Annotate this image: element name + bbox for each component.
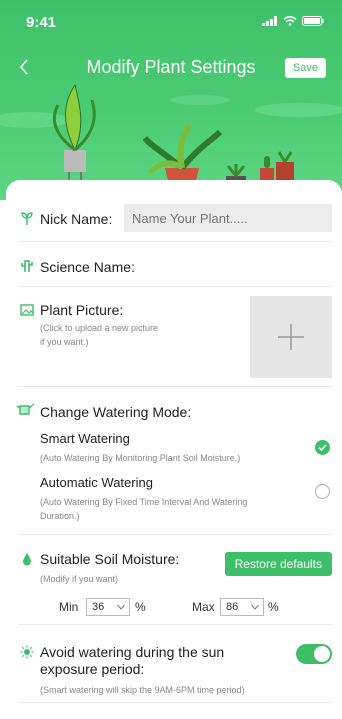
header: 9:41 Modify Plant Settings Save: [0, 0, 342, 200]
sun-exposure-label: Avoid watering during the sun exposure p…: [40, 644, 224, 678]
toggle-knob: [314, 646, 330, 662]
watering-can-icon: [16, 403, 35, 415]
smart-watering-radio[interactable]: [315, 440, 330, 455]
save-button[interactable]: Save: [284, 58, 326, 78]
signal-icon: [262, 16, 277, 26]
cactus-icon: [21, 260, 33, 272]
plant-picture-hint: (Click to upload a new picture if you wa…: [40, 321, 158, 349]
sun-icon: [20, 645, 34, 659]
smart-watering-label: Smart Watering: [40, 431, 130, 446]
plant-picture-label: Plant Picture:: [40, 302, 124, 318]
watering-mode-row: Change Watering Mode: Smart Watering (Au…: [16, 387, 332, 535]
min-unit: %: [135, 600, 146, 614]
min-moisture-select[interactable]: 36: [86, 598, 130, 616]
settings-card: Nick Name: Science Name: Plant Picture: …: [6, 180, 342, 719]
max-value: 86: [226, 601, 239, 613]
chevron-down-icon: [251, 604, 259, 610]
soil-moisture-label: Suitable Soil Moisture:: [40, 551, 180, 567]
min-value: 36: [92, 601, 105, 613]
nick-name-row: Nick Name:: [18, 180, 332, 242]
upload-picture-button[interactable]: [250, 296, 332, 378]
max-moisture-select[interactable]: 86: [220, 598, 264, 616]
sprout-icon: [21, 212, 33, 225]
watering-mode-label: Change Watering Mode:: [40, 404, 192, 420]
sun-exposure-row: Avoid watering during the sun exposure p…: [18, 625, 332, 703]
sun-exposure-label-line2: exposure period:: [40, 661, 145, 677]
sun-exposure-label-line1: Avoid watering during the sun: [40, 644, 225, 660]
sun-exposure-toggle[interactable]: [296, 644, 332, 664]
image-icon: [20, 304, 34, 316]
max-unit: %: [268, 600, 279, 614]
max-label: Max: [192, 600, 215, 614]
sun-exposure-hint: (Smart watering will skip the 9AM-6PM ti…: [40, 685, 245, 695]
automatic-watering-label: Automatic Watering: [40, 475, 153, 490]
automatic-watering-desc-line2: Duration.): [40, 511, 80, 521]
nick-name-input[interactable]: [124, 204, 332, 232]
automatic-watering-desc-line1: (Auto Watering By Fixed Time Interval An…: [40, 497, 248, 507]
wifi-icon: [283, 16, 297, 26]
nick-name-label: Nick Name:: [40, 211, 113, 227]
automatic-watering-desc: (Auto Watering By Fixed Time Interval An…: [40, 495, 247, 523]
automatic-watering-radio[interactable]: [315, 484, 330, 499]
water-drop-icon: [23, 553, 31, 566]
min-label: Min: [59, 600, 79, 614]
check-icon: [318, 444, 327, 452]
science-name-label: Science Name:: [40, 259, 135, 275]
chevron-down-icon: [117, 604, 125, 610]
plant-picture-hint-line1: (Click to upload a new picture: [40, 323, 159, 333]
science-name-row: Science Name:: [18, 242, 332, 287]
status-icons: [262, 16, 324, 26]
plant-picture-hint-line2: if you want.): [40, 337, 89, 347]
plus-icon: [278, 324, 304, 350]
status-time: 9:41: [26, 14, 57, 31]
smart-watering-desc: (Auto Watering By Monitoring Plant Soil …: [40, 453, 241, 463]
soil-moisture-hint: (Modify if you want): [40, 574, 119, 584]
restore-defaults-button[interactable]: Restore defaults: [224, 552, 332, 576]
status-bar: 9:41: [26, 14, 324, 34]
battery-icon: [302, 16, 324, 26]
